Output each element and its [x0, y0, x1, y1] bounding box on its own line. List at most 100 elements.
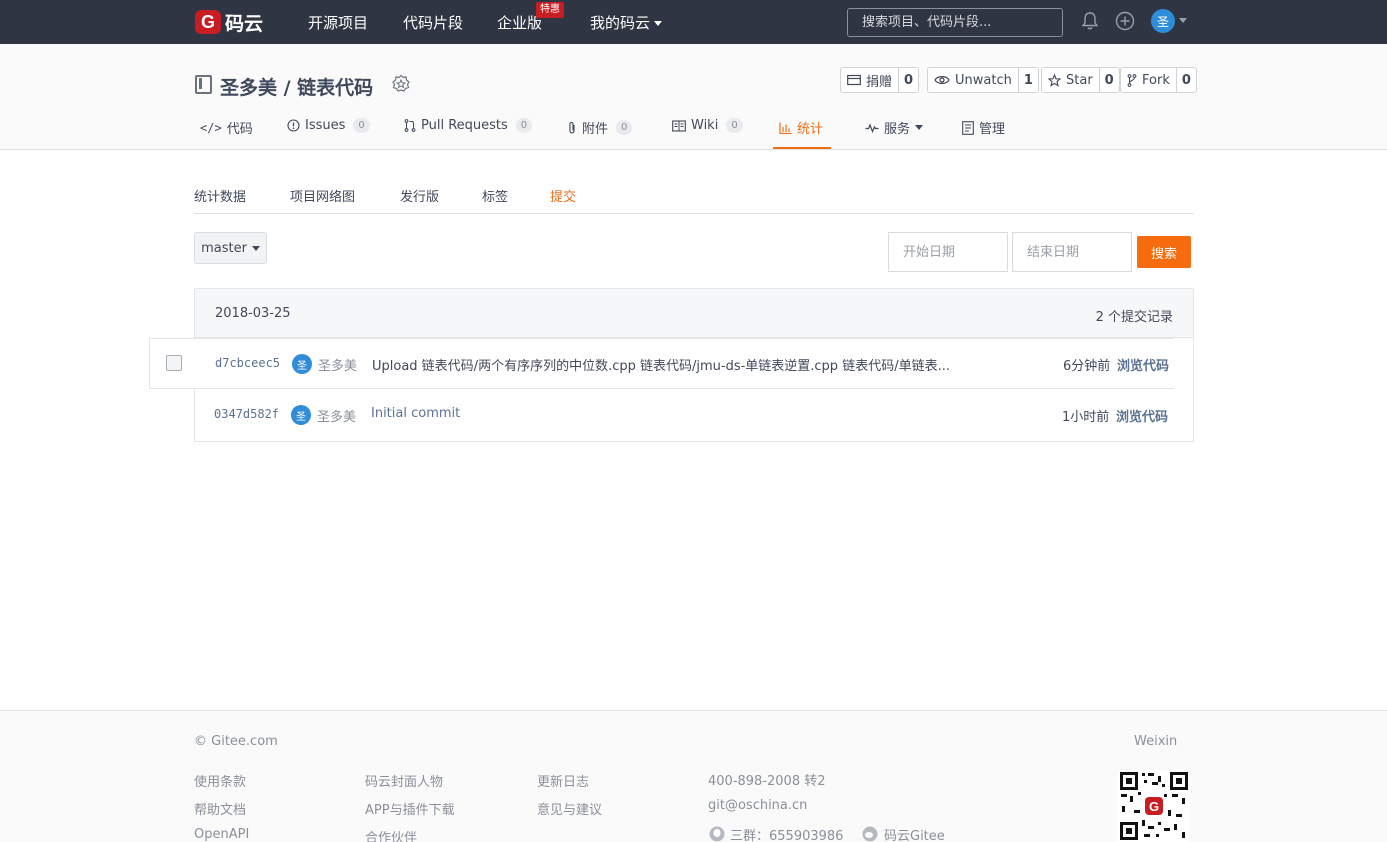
- fork-icon: [1127, 73, 1137, 87]
- commit-sha-link[interactable]: 0347d582f: [214, 407, 279, 421]
- commit-author[interactable]: 圣多美: [318, 355, 357, 374]
- browse-code-link[interactable]: 浏览代码: [1117, 355, 1169, 374]
- donate-button[interactable]: 捐赠 0: [840, 67, 920, 93]
- plus-circle-icon[interactable]: [1115, 11, 1135, 31]
- pull-request-icon: [404, 119, 416, 132]
- chevron-down-icon: [251, 245, 260, 251]
- commit-group-date: 2018-03-25: [215, 306, 291, 321]
- footer-weibo[interactable]: 码云Gitee: [884, 825, 945, 842]
- star-button[interactable]: Star 0: [1041, 67, 1120, 93]
- active-tab-indicator: [773, 147, 831, 149]
- footer-qq-group[interactable]: 三群：655903986: [730, 825, 843, 842]
- browse-code-link[interactable]: 浏览代码: [1116, 406, 1168, 425]
- code-icon: </>: [200, 120, 222, 135]
- eye-icon: [934, 76, 950, 84]
- subtab-network-graph[interactable]: 项目网络图: [290, 186, 355, 205]
- pulse-icon: [865, 122, 879, 133]
- tab-attachments[interactable]: 附件 0: [567, 118, 633, 137]
- fork-button[interactable]: Fork 0: [1120, 67, 1197, 93]
- footer-link-changelog[interactable]: 更新日志: [537, 771, 589, 790]
- chevron-down-icon[interactable]: [1179, 18, 1187, 23]
- qq-icon: [709, 826, 725, 842]
- footer-link-feedback[interactable]: 意见与建议: [537, 799, 602, 818]
- chevron-down-icon: [654, 21, 663, 26]
- wallet-icon: [847, 74, 861, 86]
- subtab-tags[interactable]: 标签: [482, 186, 508, 205]
- tab-admin-label: 管理: [979, 122, 1006, 137]
- tab-pull-requests[interactable]: Pull Requests 0: [404, 118, 533, 133]
- footer-link-app-download[interactable]: APP与插件下载: [365, 799, 455, 818]
- commits-group-header: 2018-03-25 2 个提交记录: [195, 289, 1193, 338]
- subtab-statistics-data[interactable]: 统计数据: [194, 186, 246, 205]
- donate-label: 捐赠: [866, 74, 893, 90]
- issue-icon: [287, 119, 300, 132]
- commit-select-checkbox[interactable]: [166, 355, 182, 371]
- global-search-input[interactable]: [847, 8, 1063, 37]
- nav-my-gitee[interactable]: 我的码云: [590, 12, 663, 33]
- footer-copyright: © Gitee.com: [194, 734, 278, 749]
- commit-message[interactable]: Initial commit: [371, 406, 460, 421]
- bar-chart-icon: [779, 122, 792, 134]
- repository-icon: [195, 75, 212, 94]
- commit-message[interactable]: Upload 链表代码/两个有序序列的中位数.cpp 链表代码/jmu-ds-单…: [372, 355, 950, 374]
- footer-link-partners[interactable]: 合作伙伴: [365, 827, 417, 842]
- svg-text:G: G: [1149, 799, 1159, 814]
- top-navbar: G 码云 开源项目 代码片段 企业版 特惠 我的码云 圣: [0, 0, 1387, 44]
- fork-label: Fork: [1142, 72, 1170, 88]
- subtab-commits[interactable]: 提交: [550, 186, 576, 205]
- commit-sha-link[interactable]: d7cbceec5: [215, 356, 280, 370]
- branch-select[interactable]: master: [194, 232, 267, 264]
- subtab-releases[interactable]: 发行版: [400, 186, 439, 205]
- tab-wiki[interactable]: Wiki 0: [672, 118, 743, 133]
- tab-code-label: 代码: [226, 122, 253, 137]
- tab-services[interactable]: 服务: [865, 118, 924, 137]
- watch-button[interactable]: Unwatch 1: [927, 67, 1039, 93]
- attachments-count-badge: 0: [616, 120, 633, 135]
- tab-code[interactable]: </> 代码: [200, 118, 253, 138]
- commit-time: 6分钟前: [1063, 359, 1111, 374]
- footer-link-help[interactable]: 帮助文档: [194, 799, 246, 818]
- commit-count: 2 个提交记录: [1095, 310, 1173, 325]
- star-count[interactable]: 0: [1098, 68, 1119, 92]
- repo-title[interactable]: 圣多美 / 链表代码: [220, 73, 373, 100]
- search-button[interactable]: 搜索: [1137, 236, 1191, 268]
- logo-mark-icon: G: [195, 10, 221, 34]
- chevron-down-icon: [915, 125, 924, 130]
- author-avatar[interactable]: 圣: [291, 405, 311, 425]
- footer-email[interactable]: git@oschina.cn: [708, 798, 807, 813]
- donate-count[interactable]: 0: [898, 68, 918, 92]
- star-label: Star: [1066, 72, 1093, 88]
- weixin-qr-code: G: [1118, 770, 1190, 842]
- tab-issues[interactable]: Issues 0: [287, 118, 370, 133]
- recommended-badge-icon: [392, 74, 410, 92]
- watch-count[interactable]: 1: [1017, 68, 1038, 92]
- commit-row[interactable]: d7cbceec5 圣 圣多美 Upload 链表代码/两个有序序列的中位数.c…: [149, 338, 1174, 389]
- footer-phone: 400-898-2008 转2: [708, 774, 826, 789]
- nav-my-gitee-label: 我的码云: [590, 14, 651, 32]
- gitee-logo[interactable]: G 码云: [195, 9, 263, 35]
- weibo-icon: [862, 826, 878, 842]
- footer-link-openapi[interactable]: OpenAPI: [194, 827, 249, 842]
- tab-services-label: 服务: [884, 122, 911, 137]
- tab-statistics[interactable]: 统计: [779, 118, 823, 137]
- nav-snippets[interactable]: 代码片段: [403, 12, 463, 33]
- logo-text: 码云: [225, 12, 264, 35]
- fork-count[interactable]: 0: [1175, 68, 1196, 92]
- commit-row[interactable]: 0347d582f 圣 圣多美 Initial commit 1小时前 浏览代码: [194, 390, 1194, 442]
- footer-weixin-label: Weixin: [1134, 734, 1178, 749]
- tab-admin[interactable]: 管理: [962, 118, 1005, 137]
- end-date-input[interactable]: [1012, 232, 1132, 272]
- footer-link-terms[interactable]: 使用条款: [194, 771, 246, 790]
- watch-label: Unwatch: [955, 72, 1012, 88]
- commit-author[interactable]: 圣多美: [317, 406, 356, 425]
- user-avatar[interactable]: 圣: [1151, 9, 1175, 33]
- tab-attachments-label: 附件: [582, 122, 609, 137]
- nav-open-source[interactable]: 开源项目: [308, 12, 368, 33]
- paperclip-icon: [569, 121, 575, 133]
- subtab-divider: [194, 213, 1194, 214]
- wiki-count-badge: 0: [726, 118, 743, 133]
- bell-icon[interactable]: [1080, 11, 1100, 31]
- start-date-input[interactable]: [888, 232, 1008, 272]
- author-avatar[interactable]: 圣: [292, 354, 312, 374]
- footer-link-cover-people[interactable]: 码云封面人物: [365, 771, 443, 790]
